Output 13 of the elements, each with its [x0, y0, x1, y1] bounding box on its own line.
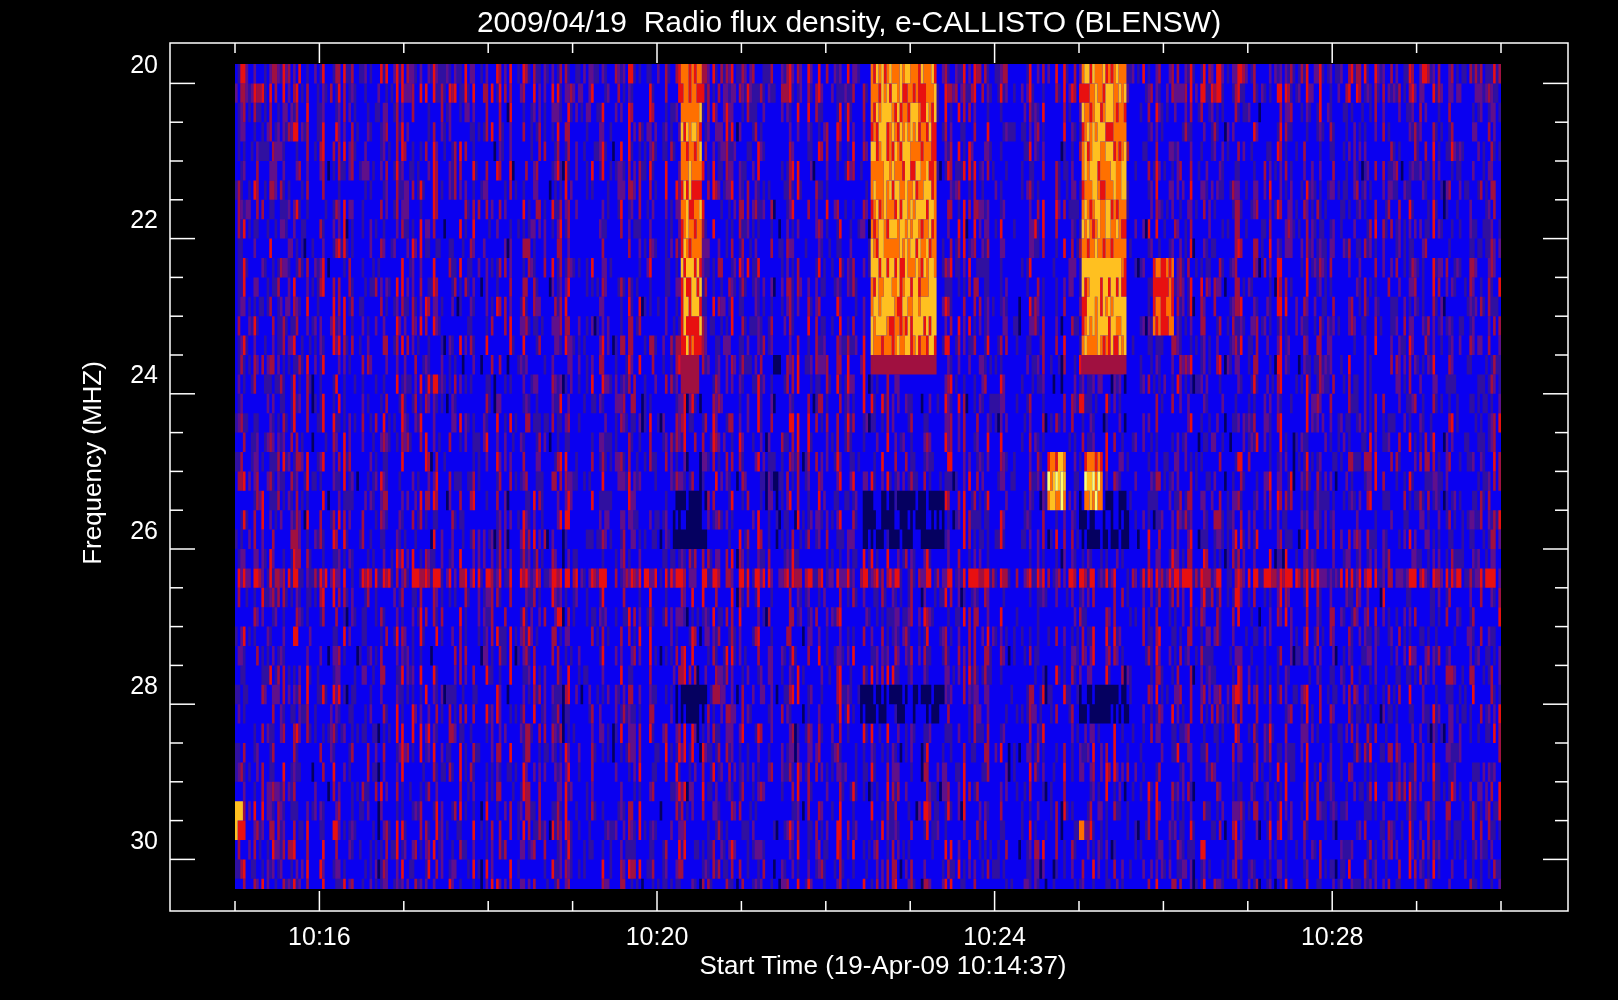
x-tick-label: 10:24 [963, 922, 1026, 950]
chart-title: 2009/04/19 Radio flux density, e-CALLISTO (BLENSW) [476, 5, 1222, 38]
y-tick-label: 30 [130, 826, 158, 854]
x-axis-label: Start Time (19-Apr-09 10:14:37) [699, 950, 1067, 980]
x-tick-label: 10:28 [1300, 922, 1364, 950]
y-tick-label: 20 [130, 50, 158, 78]
x-tick-label: 10:16 [288, 922, 351, 950]
y-axis-label: Frequency (MHZ) [77, 361, 107, 565]
y-tick-label: 26 [130, 515, 158, 544]
y-tick-label: 22 [130, 205, 158, 234]
x-tick-label: 10:20 [625, 922, 689, 950]
y-tick-label: 28 [130, 670, 158, 699]
y-tick-label: 24 [130, 360, 158, 389]
